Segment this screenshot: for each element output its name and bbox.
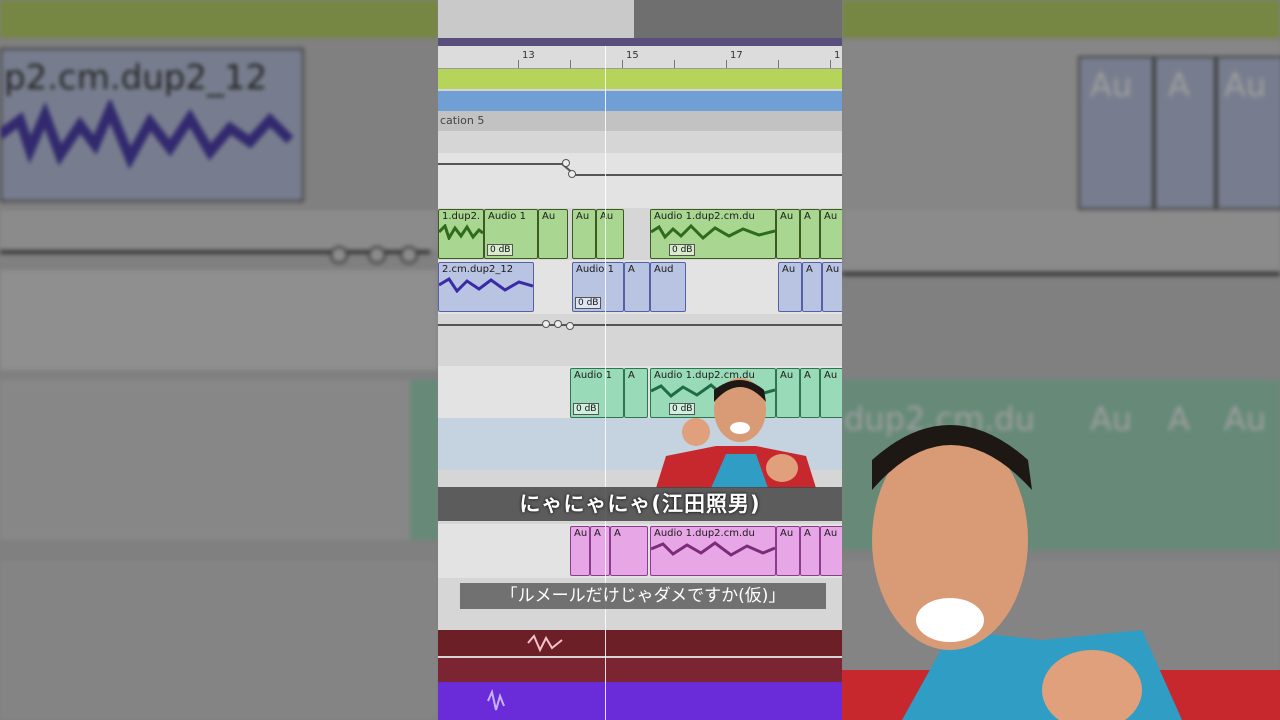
audio-track-red[interactable] — [438, 658, 842, 682]
audio-clip[interactable]: Au — [538, 209, 568, 259]
audio-clip[interactable]: A — [624, 262, 650, 312]
playhead-cursor[interactable] — [605, 46, 606, 720]
audio-track-pink[interactable]: Au A A Audio 1.dup2.cm.du Au A Au — [438, 524, 842, 578]
clip-name: Au — [600, 211, 614, 222]
clip-name: Au — [576, 211, 590, 222]
audio-clip[interactable]: A — [610, 526, 648, 576]
clip-name: Au — [780, 528, 794, 539]
clip-name: Au — [542, 211, 556, 222]
marker-label: cation 5 — [440, 114, 485, 127]
top-ruler — [438, 0, 842, 46]
clip-name: Au — [574, 528, 588, 539]
clip-name: A — [614, 528, 621, 539]
speaker-caption: にゃにゃにゃ(江田照男) — [519, 492, 761, 516]
clip-name: A — [594, 528, 601, 539]
clip-name: Audio 1 — [488, 211, 526, 222]
clip-gain[interactable]: 0 dB — [573, 403, 600, 415]
audio-clip[interactable]: Au — [820, 209, 842, 259]
audio-clip[interactable]: Au — [822, 262, 842, 312]
clip-gain[interactable]: 0 dB — [669, 244, 696, 256]
clip-name: Audio 1.dup2.cm.du — [654, 211, 755, 222]
clip-name: A — [628, 370, 635, 381]
clip-name: 1.dup2. — [442, 211, 481, 222]
clip-name: 2.cm.dup2_12 — [442, 264, 514, 275]
clip-name: Audio 1 — [574, 370, 612, 381]
audio-track-purple[interactable] — [438, 682, 842, 720]
daw-timeline: 13 15 17 1 cation 5 1.dup2. Audio 1 0 dB — [438, 0, 842, 720]
audio-clip[interactable]: Au — [596, 209, 624, 259]
audio-clip[interactable]: A — [590, 526, 610, 576]
clip-name: Au — [824, 211, 838, 222]
audio-clip[interactable]: Au — [778, 262, 802, 312]
audio-track-blue[interactable]: 2.cm.dup2_12 Audio 1 0 dB A Aud Au A Au — [438, 260, 842, 314]
clip-name: A — [628, 264, 635, 275]
audio-clip[interactable]: Au — [820, 526, 842, 576]
audio-clip[interactable]: Audio 1 0 dB — [484, 209, 538, 259]
audio-clip[interactable]: Audio 1.dup2.cm.du — [650, 526, 776, 576]
bar-number: 1 — [834, 50, 841, 61]
track-header-gap — [438, 131, 842, 153]
audio-clip[interactable]: Aud — [650, 262, 686, 312]
bar-ruler[interactable]: 13 15 17 1 — [438, 46, 842, 69]
clip-name: Au — [780, 211, 794, 222]
bar-number: 15 — [626, 50, 639, 61]
clip-name: Audio 1.dup2.cm.du — [654, 528, 755, 539]
tempo-lane[interactable] — [438, 69, 842, 89]
clip-name: Aud — [654, 264, 674, 275]
audio-clip[interactable]: Audio 1.dup2.cm.du 0 dB — [650, 209, 776, 259]
audio-track-green[interactable]: 1.dup2. Audio 1 0 dB Au Au Au Audio 1.du… — [438, 208, 842, 260]
clip-gain[interactable]: 0 dB — [575, 297, 602, 309]
clip-name: Audio 1 — [576, 264, 614, 275]
audio-clip[interactable]: A — [800, 209, 820, 259]
right-blurred-panel: Au A Au dup2.cm.du Au A Au — [842, 0, 1280, 720]
audio-clip[interactable]: Au — [572, 209, 596, 259]
person-cutout — [656, 378, 816, 488]
audio-clip[interactable]: A — [802, 262, 822, 312]
audio-clip[interactable]: Au — [820, 368, 842, 418]
clip-name: Au — [824, 370, 838, 381]
audio-clip[interactable]: Audio 1 0 dB — [570, 368, 624, 418]
audio-clip[interactable]: Au — [776, 526, 800, 576]
clip-gain[interactable]: 0 dB — [487, 244, 514, 256]
left-blurred-panel: p2.cm.dup2_12 — [0, 0, 438, 720]
clip-name: Au — [782, 264, 796, 275]
audio-clip[interactable]: A — [624, 368, 648, 418]
bar-number: 17 — [730, 50, 743, 61]
chord-lane[interactable] — [438, 91, 842, 111]
automation-track[interactable] — [438, 153, 842, 208]
person-photo-large — [842, 425, 1280, 720]
clip-name: A — [804, 528, 811, 539]
audio-track-red[interactable] — [438, 630, 842, 656]
automation-track[interactable] — [438, 314, 842, 366]
audio-clip[interactable]: 2.cm.dup2_12 — [438, 262, 534, 312]
audio-clip[interactable]: Au — [776, 209, 800, 259]
audio-clip[interactable]: Au — [570, 526, 590, 576]
clip-name: Au — [824, 528, 838, 539]
audio-clip[interactable]: Audio 1 0 dB — [572, 262, 624, 312]
audio-clip[interactable]: A — [800, 526, 820, 576]
clip-name: Au — [826, 264, 840, 275]
song-title-subtitle: 「ルメールだけじゃダメですか(仮)」 — [460, 583, 826, 609]
clip-name: A — [806, 264, 813, 275]
audio-clip[interactable]: 1.dup2. — [438, 209, 484, 259]
clip-name: A — [804, 211, 811, 222]
marker-lane[interactable]: cation 5 — [438, 111, 842, 131]
bar-number: 13 — [522, 50, 535, 61]
